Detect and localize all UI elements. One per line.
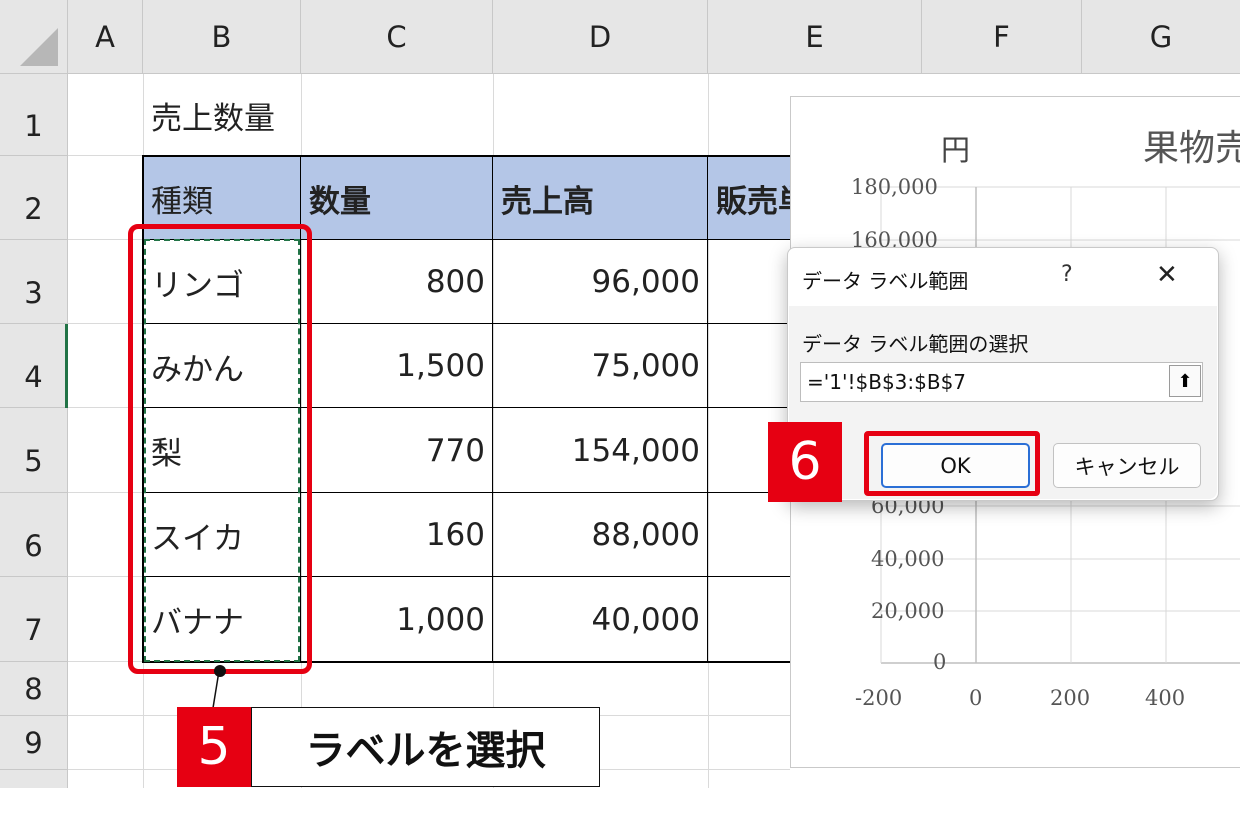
step6-number-badge: 6 xyxy=(768,422,842,502)
column-header-c[interactable]: C xyxy=(301,0,493,74)
chart-x-tick-label: 200 xyxy=(1050,686,1091,710)
select-all-corner[interactable] xyxy=(0,0,68,74)
chart-y-tick-label: 0 xyxy=(933,650,947,674)
below-sheet-area xyxy=(0,788,1240,823)
chart-title: 果物売 xyxy=(1143,128,1240,169)
cell-c4[interactable]: 1,500 xyxy=(301,324,493,408)
column-header-a[interactable]: A xyxy=(68,0,143,74)
row-header-2[interactable]: 2 xyxy=(0,156,68,240)
cell-c3[interactable]: 800 xyxy=(301,240,493,324)
close-icon[interactable]: ✕ xyxy=(1156,260,1178,290)
cell-header-unitprice[interactable]: 販売単 xyxy=(708,156,790,240)
chart-x-tick-label: 400 xyxy=(1145,686,1186,710)
chart-y-unit: 円 xyxy=(941,133,971,167)
step5-callout-label: ラベルを選択 xyxy=(251,707,600,787)
cell-d4[interactable]: 75,000 xyxy=(493,324,708,408)
row-header-8[interactable]: 8 xyxy=(0,662,68,716)
cell-header-quantity[interactable]: 数量 xyxy=(301,156,493,240)
chart-y-tick-label: 20,000 xyxy=(871,599,945,623)
select-all-triangle-icon xyxy=(20,28,58,66)
chart-y-tick-label: 180,000 xyxy=(851,175,938,199)
row-header-1[interactable]: 1 xyxy=(0,74,68,156)
dialog-title: データ ラベル範囲 xyxy=(802,269,969,293)
cell-d6[interactable]: 88,000 xyxy=(493,493,708,577)
row-header-6[interactable]: 6 xyxy=(0,493,68,577)
range-field-label: データ ラベル範囲の選択 xyxy=(802,332,1029,356)
cell-c6[interactable]: 160 xyxy=(301,493,493,577)
table-border xyxy=(142,155,790,157)
cell-title[interactable]: 売上数量 xyxy=(143,74,443,156)
chart-x-tick-label: -200 xyxy=(855,686,903,710)
cell-d3[interactable]: 96,000 xyxy=(493,240,708,324)
cancel-button[interactable]: キャンセル xyxy=(1053,443,1201,488)
cell-d5[interactable]: 154,000 xyxy=(493,408,708,493)
cell-header-sales[interactable]: 売上高 xyxy=(493,156,708,240)
cell-c7[interactable]: 1,000 xyxy=(301,577,493,662)
row-header-5[interactable]: 5 xyxy=(0,408,68,493)
row-header-3[interactable]: 3 xyxy=(0,240,68,324)
column-header-b[interactable]: B xyxy=(143,0,301,74)
column-header-e[interactable]: E xyxy=(708,0,922,74)
range-input[interactable]: ='1'!$B$3:$B$7 ⬆ xyxy=(800,362,1203,402)
active-row-indicator xyxy=(65,324,68,408)
collapse-dialog-button[interactable]: ⬆ xyxy=(1169,365,1201,397)
chart-y-tick-label: 40,000 xyxy=(871,547,945,571)
step5-number-badge: 5 xyxy=(177,707,251,787)
help-button[interactable]: ? xyxy=(1061,262,1073,287)
cell-c5[interactable]: 770 xyxy=(301,408,493,493)
row-header-9[interactable]: 9 xyxy=(0,716,68,770)
column-header-g[interactable]: G xyxy=(1082,0,1240,74)
step6-highlight-box xyxy=(864,431,1040,496)
row-header-10-partial[interactable] xyxy=(0,770,68,788)
chart-x-tick-label: 0 xyxy=(969,686,983,710)
row-header-4[interactable]: 4 xyxy=(0,324,68,408)
column-header-d[interactable]: D xyxy=(493,0,708,74)
range-input-value: ='1'!$B$3:$B$7 xyxy=(807,370,967,394)
cell-d7[interactable]: 40,000 xyxy=(493,577,708,662)
row-header-7[interactable]: 7 xyxy=(0,577,68,662)
table-border xyxy=(492,155,493,663)
step5-highlight-box xyxy=(128,224,312,674)
column-header-f[interactable]: F xyxy=(922,0,1082,74)
table-border xyxy=(707,155,708,663)
